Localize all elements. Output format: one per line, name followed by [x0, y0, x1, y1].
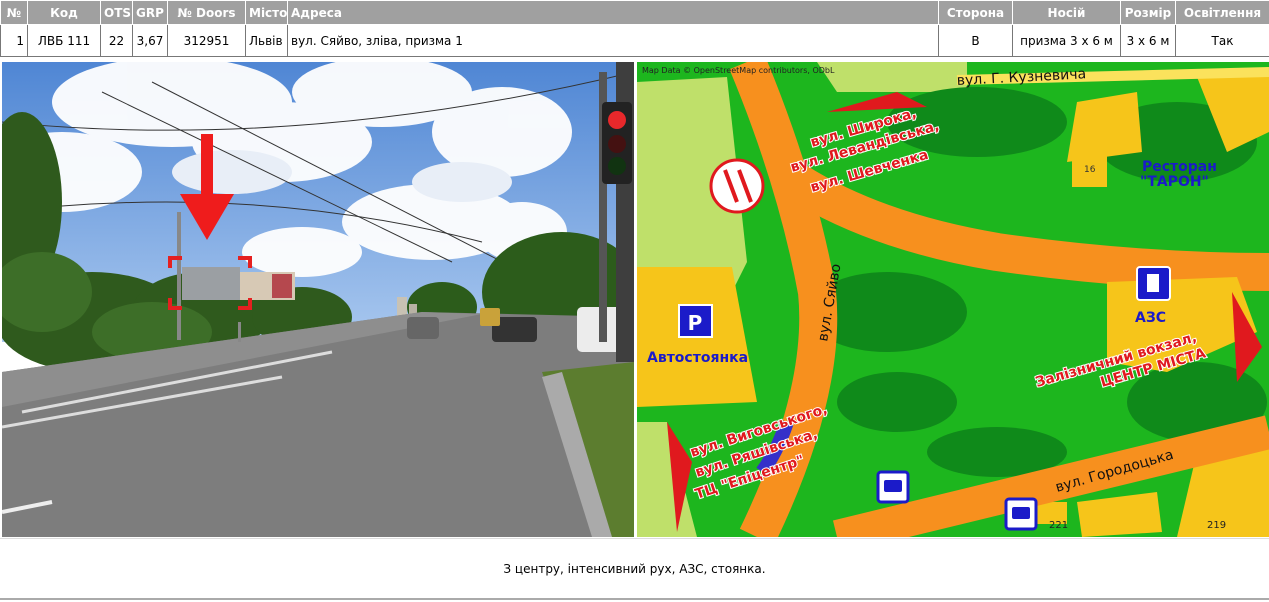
cell-size: 3 х 6 м [1120, 24, 1176, 57]
restaurant-name-2: "ТАРОН" [1140, 174, 1209, 190]
map-illustration: Map Data © OpenStreetMap contributors, O… [637, 62, 1269, 537]
cell-doors: 312951 [167, 24, 246, 57]
parking-icon-letter: P [688, 311, 703, 335]
parking-label: Автостоянка [647, 350, 748, 366]
location-map: Map Data © OpenStreetMap contributors, O… [637, 62, 1269, 537]
cell-city: Львів [245, 24, 288, 57]
house-219: 219 [1207, 520, 1226, 531]
col-side: Сторона [938, 0, 1013, 25]
table-row: 1 ЛВБ 111 22 3,67 312951 Львів вул. Сяйв… [0, 24, 1269, 57]
col-carrier: Носій [1012, 0, 1121, 25]
col-code: Код [27, 0, 101, 25]
gas-station-label: АЗС [1135, 310, 1166, 326]
col-address: Адреса [287, 0, 939, 25]
col-ots: OTS [100, 0, 133, 25]
house-16: 16 [1084, 165, 1096, 175]
cell-ots: 22 [100, 24, 133, 57]
info-table: № Код OTS GRP № Doors Місто Адреса Сторо… [0, 0, 1269, 57]
map-attribution: Map Data © OpenStreetMap contributors, O… [642, 66, 835, 75]
location-description: З центру, інтенсивний рух, АЗС, стоянка. [0, 538, 1269, 600]
col-doors: № Doors [167, 0, 246, 25]
cell-code: ЛВБ 111 [27, 24, 101, 57]
cell-num: 1 [0, 24, 28, 57]
restaurant-name-1: Ресторан [1142, 159, 1217, 175]
bus-stop-icon [1004, 497, 1038, 531]
house-221: 221 [1049, 520, 1068, 531]
cell-side: В [938, 24, 1013, 57]
street-photo-illustration [2, 62, 634, 537]
cell-grp: 3,67 [132, 24, 168, 57]
col-city: Місто [245, 0, 288, 25]
col-size: Розмір [1120, 0, 1176, 25]
table-header-row: № Код OTS GRP № Doors Місто Адреса Сторо… [0, 0, 1269, 25]
cell-lighting: Так [1175, 24, 1269, 57]
col-num: № [0, 0, 28, 25]
cell-address: вул. Сяйво, зліва, призма 1 [287, 24, 939, 57]
col-lighting: Освітлення [1175, 0, 1269, 25]
billboard-photo [2, 62, 634, 537]
bus-stop-icon [876, 470, 910, 504]
cell-carrier: призма 3 х 6 м [1012, 24, 1121, 57]
col-grp: GRP [132, 0, 168, 25]
